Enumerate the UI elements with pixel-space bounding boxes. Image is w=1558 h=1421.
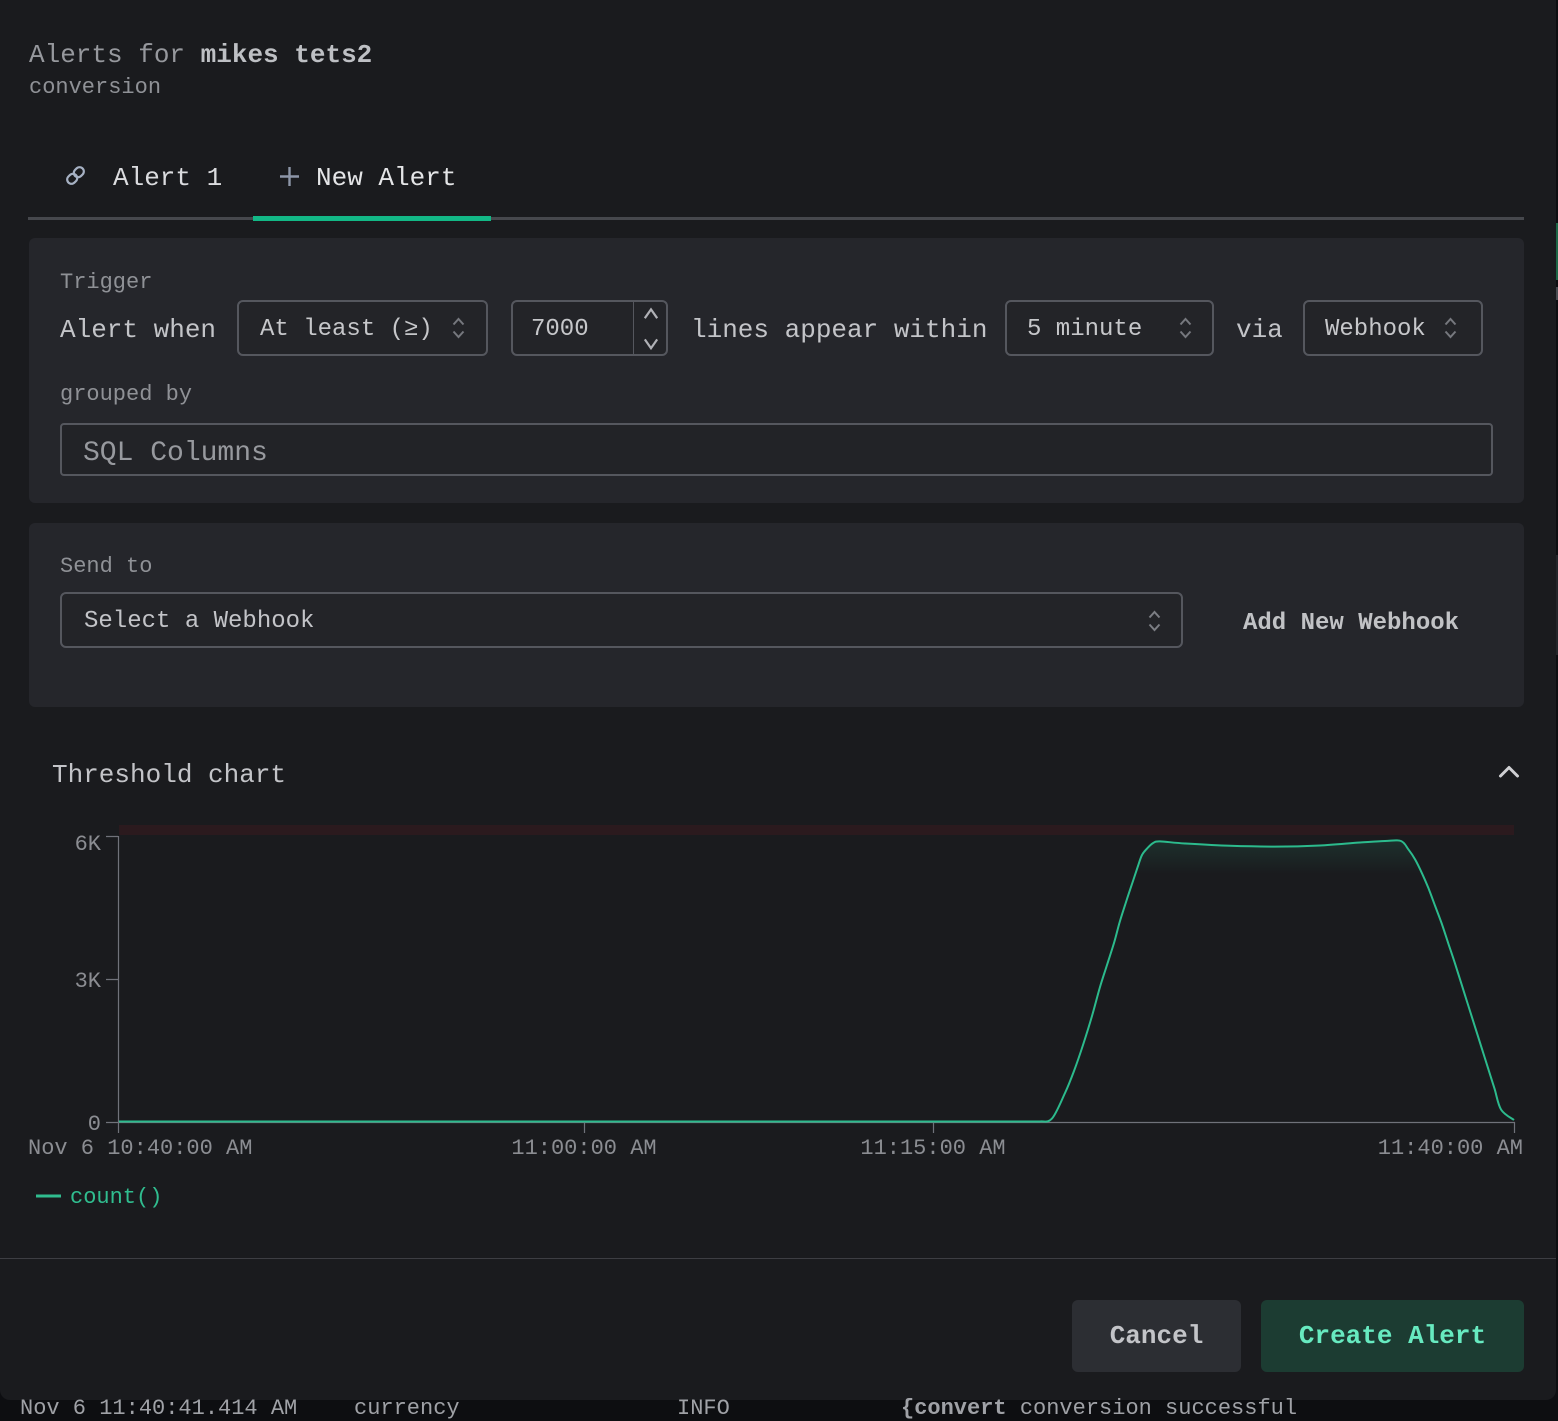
- svg-text:6K: 6K: [75, 832, 102, 857]
- svg-text:11:40:00 AM: 11:40:00 AM: [1378, 1136, 1523, 1161]
- svg-text:count(): count(): [70, 1185, 162, 1210]
- svg-text:Nov 6 10:40:00 AM: Nov 6 10:40:00 AM: [28, 1136, 252, 1161]
- svg-text:0: 0: [88, 1112, 101, 1137]
- svg-text:11:00:00 AM: 11:00:00 AM: [511, 1136, 656, 1161]
- svg-text:11:15:00 AM: 11:15:00 AM: [860, 1136, 1005, 1161]
- svg-text:3K: 3K: [75, 969, 102, 994]
